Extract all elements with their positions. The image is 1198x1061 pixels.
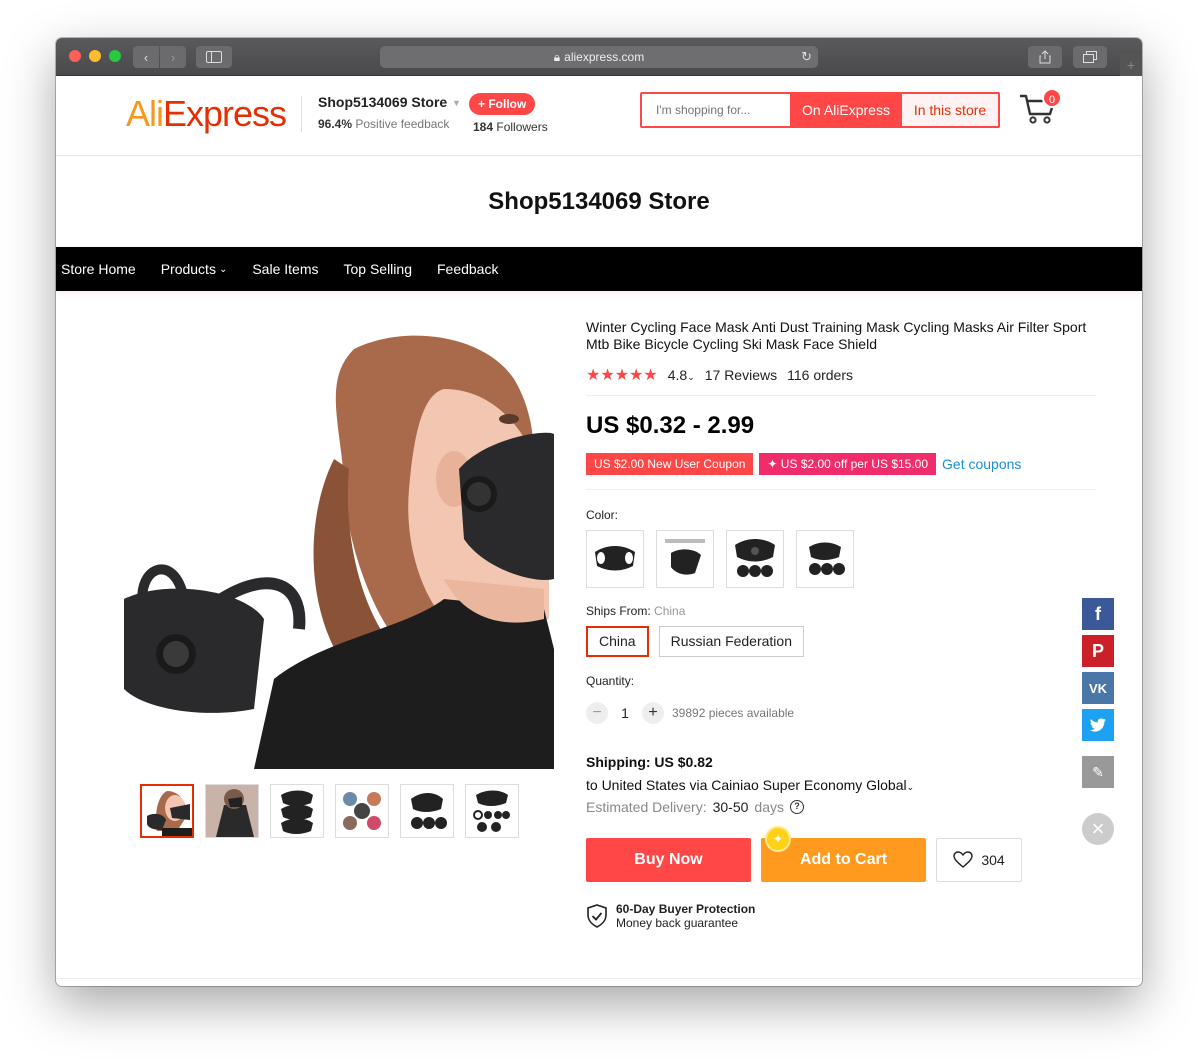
thumbnail[interactable] bbox=[205, 784, 259, 838]
reload-icon[interactable]: ↻ bbox=[801, 49, 812, 65]
close-icon[interactable]: × bbox=[1082, 813, 1114, 845]
help-icon[interactable]: ? bbox=[789, 800, 804, 814]
nav-feedback[interactable]: Feedback bbox=[437, 261, 498, 277]
heart-icon bbox=[953, 851, 974, 868]
color-option[interactable] bbox=[796, 530, 854, 588]
store-feedback: 96.4% Positive feedback bbox=[318, 117, 450, 131]
store-coupon[interactable]: ✦ US $2.00 off per US $15.00 bbox=[759, 453, 937, 475]
forward-icon[interactable]: › bbox=[160, 46, 186, 68]
orders-count: 116 orders bbox=[787, 367, 854, 383]
pencil-icon[interactable]: ✎ bbox=[1082, 756, 1114, 788]
product-price: US $0.32 - 2.99 bbox=[586, 412, 755, 439]
buy-now-button[interactable]: Buy Now bbox=[586, 838, 751, 882]
ships-from-label: Ships From: China bbox=[586, 604, 686, 618]
follow-button[interactable]: + Follow bbox=[469, 93, 536, 115]
quantity-value[interactable]: 1 bbox=[608, 705, 642, 721]
address-url: aliexpress.com bbox=[564, 50, 645, 64]
protection-subtitle: Money back guarantee bbox=[616, 916, 739, 930]
tab-overview-icon[interactable] bbox=[1073, 46, 1107, 68]
minus-icon[interactable]: − bbox=[586, 702, 608, 724]
protection-title: 60-Day Buyer Protection bbox=[616, 902, 756, 916]
get-coupons-link[interactable]: Get coupons bbox=[942, 456, 1021, 472]
new-user-coupon[interactable]: US $2.00 New User Coupon bbox=[586, 453, 754, 475]
divider bbox=[301, 96, 302, 132]
divider bbox=[56, 978, 1142, 979]
product-main-image[interactable] bbox=[104, 319, 554, 769]
search-box: On AliExpress In this store bbox=[640, 92, 1000, 128]
minimize-window-button[interactable] bbox=[89, 50, 101, 62]
store-nav: Store Home Products ⌄ Sale Items Top Sell… bbox=[56, 247, 1142, 291]
thumbnail[interactable] bbox=[140, 784, 194, 838]
search-aliexpress-button[interactable]: On AliExpress bbox=[790, 94, 902, 126]
caret-down-icon[interactable]: ▼ bbox=[452, 98, 461, 108]
share-icon[interactable] bbox=[1028, 46, 1062, 68]
back-icon[interactable]: ‹ bbox=[133, 46, 159, 68]
coupon-row: US $2.00 New User Coupon ✦ US $2.00 off … bbox=[586, 453, 1096, 490]
lock-icon: 🔒︎ bbox=[553, 49, 561, 64]
store-banner-title: Shop5134069 Store bbox=[488, 188, 710, 215]
pieces-available: 39892 pieces available bbox=[672, 706, 795, 720]
action-buttons: Buy Now ✦ Add to Cart 304 bbox=[586, 826, 1096, 882]
nav-top-selling[interactable]: Top Selling bbox=[343, 261, 412, 277]
address-bar[interactable]: 🔒︎ aliexpress.com ↻ bbox=[380, 46, 818, 68]
ship-option-russia[interactable]: Russian Federation bbox=[658, 626, 804, 657]
zoom-window-button[interactable] bbox=[109, 50, 121, 62]
close-window-button[interactable] bbox=[69, 50, 81, 62]
estimated-delivery: Estimated Delivery: 30-50 days ? bbox=[586, 799, 1096, 815]
shipping-cost: Shipping: US $0.82 bbox=[586, 754, 713, 770]
twitter-icon[interactable] bbox=[1082, 709, 1114, 741]
wishlist-button[interactable]: 304 bbox=[936, 838, 1022, 882]
thumbnail[interactable] bbox=[335, 784, 389, 838]
shield-check-icon bbox=[587, 904, 607, 928]
nav-store-home[interactable]: Store Home bbox=[61, 261, 136, 277]
add-to-cart-button[interactable]: ✦ Add to Cart bbox=[761, 826, 926, 882]
browser-window: ‹ › 🔒︎ aliexpress.com ↻ + AliExpress Sho… bbox=[56, 38, 1142, 986]
buyer-protection: 60-Day Buyer Protection Money back guara… bbox=[586, 902, 1096, 930]
color-options bbox=[586, 530, 1096, 588]
color-option[interactable] bbox=[726, 530, 784, 588]
store-name[interactable]: Shop5134069 Store bbox=[318, 94, 447, 110]
reviews-link[interactable]: 17 Reviews bbox=[705, 367, 777, 383]
quantity-stepper: − 1 + 39892 pieces available bbox=[586, 702, 1096, 724]
sidebar-toggle-icon[interactable] bbox=[196, 46, 232, 68]
nav-products[interactable]: Products ⌄ bbox=[161, 261, 228, 277]
coin-icon: ✦ bbox=[765, 826, 791, 852]
quantity-label: Quantity: bbox=[586, 674, 635, 688]
thumbnail[interactable] bbox=[400, 784, 454, 838]
product-title: Winter Cycling Face Mask Anti Dust Train… bbox=[586, 319, 1087, 352]
new-tab-icon[interactable]: + bbox=[1120, 54, 1142, 76]
search-store-button[interactable]: In this store bbox=[902, 94, 998, 126]
thumbnail[interactable] bbox=[270, 784, 324, 838]
cart-count-badge: 0 bbox=[1042, 88, 1062, 108]
pinterest-icon[interactable]: P bbox=[1082, 635, 1114, 667]
color-option[interactable] bbox=[586, 530, 644, 588]
chevron-down-icon: ⌄ bbox=[218, 263, 228, 275]
site-header: AliExpress Shop5134069 Store ▼ 96.4% Pos… bbox=[56, 76, 1142, 156]
facebook-icon[interactable]: f bbox=[1082, 598, 1114, 630]
browser-toolbar: ‹ › 🔒︎ aliexpress.com ↻ + bbox=[56, 38, 1142, 76]
rating-value[interactable]: 4.8⌄ bbox=[668, 367, 695, 383]
plus-icon[interactable]: + bbox=[642, 702, 664, 724]
aliexpress-logo[interactable]: AliExpress bbox=[126, 93, 287, 135]
followers-count: 184 Followers bbox=[473, 120, 548, 134]
vk-icon[interactable]: VK bbox=[1082, 672, 1114, 704]
thumbnail-strip bbox=[140, 784, 519, 838]
search-input[interactable] bbox=[642, 94, 790, 126]
color-label: Color: bbox=[586, 508, 619, 522]
ship-option-china[interactable]: China bbox=[586, 626, 649, 657]
nav-sale-items[interactable]: Sale Items bbox=[252, 261, 318, 277]
shipping-method[interactable]: to United States via Cainiao Super Econo… bbox=[586, 777, 1096, 793]
star-rating-icon: ★★★★★ bbox=[586, 367, 658, 384]
thumbnail[interactable] bbox=[465, 784, 519, 838]
ships-from-options: China Russian Federation bbox=[586, 626, 1096, 657]
color-option[interactable] bbox=[656, 530, 714, 588]
product-info: Winter Cycling Face Mask Anti Dust Train… bbox=[586, 319, 1096, 930]
rating-row: ★★★★★ 4.8⌄ 17 Reviews 116 orders bbox=[586, 365, 1096, 396]
